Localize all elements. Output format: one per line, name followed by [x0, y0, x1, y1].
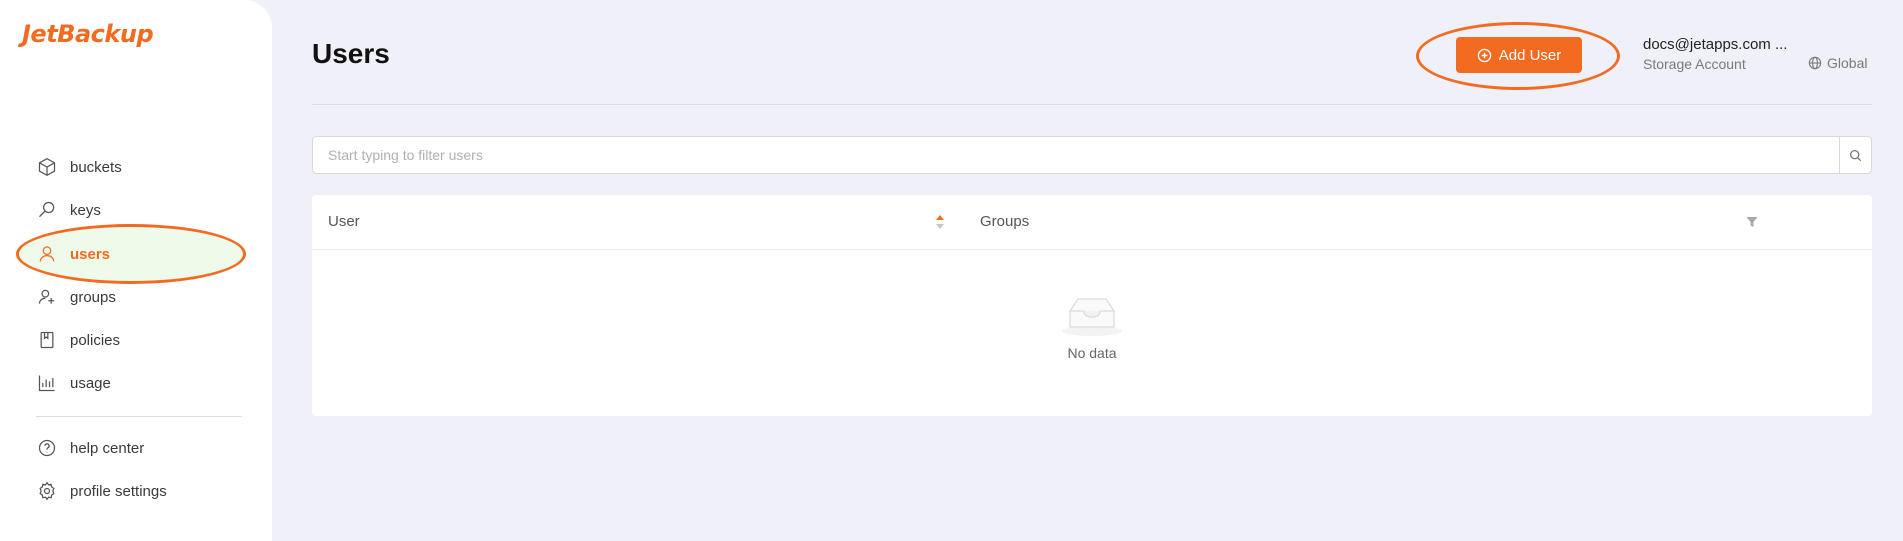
add-user-button[interactable]: Add User [1456, 37, 1582, 73]
sort-icon[interactable] [934, 212, 946, 232]
sidebar-item-profile-settings[interactable]: profile settings [36, 476, 167, 506]
region-selector[interactable]: Global [1808, 55, 1867, 71]
search-button[interactable] [1839, 137, 1871, 173]
sidebar-item-label: help center [70, 439, 145, 457]
sidebar-item-buckets[interactable]: buckets [36, 152, 122, 182]
account-email[interactable]: docs@jetapps.com ... [1643, 36, 1787, 53]
sidebar-item-label: groups [70, 288, 116, 306]
sidebar-item-usage[interactable]: usage [36, 368, 111, 398]
empty-state: No data [312, 295, 1872, 361]
sidebar-item-label: usage [70, 374, 111, 392]
search-bar [312, 136, 1872, 174]
account-type: Storage Account [1643, 56, 1746, 72]
book-icon [36, 329, 58, 351]
sidebar-item-label: buckets [70, 158, 122, 176]
sidebar-item-label: profile settings [70, 482, 167, 500]
sidebar: JetBackup buckets keys users groups poli… [0, 0, 272, 541]
jetbackup-logo[interactable]: JetBackup [22, 20, 154, 48]
column-header-user[interactable]: User [328, 213, 360, 230]
globe-icon [1808, 56, 1822, 70]
gear-icon [36, 480, 58, 502]
column-header-groups: Groups [980, 213, 1030, 230]
empty-state-text: No data [1067, 345, 1117, 361]
table-header: User Groups [312, 195, 1872, 250]
sidebar-item-keys[interactable]: keys [36, 195, 101, 225]
header-divider [312, 104, 1872, 105]
sidebar-item-policies[interactable]: policies [36, 325, 120, 355]
users-icon [36, 286, 58, 308]
sidebar-item-groups[interactable]: groups [36, 282, 116, 312]
plus-circle-icon [1477, 48, 1492, 62]
page-title: Users [312, 38, 390, 69]
box-icon [36, 156, 58, 178]
region-label: Global [1827, 55, 1868, 71]
key-icon [36, 199, 58, 221]
sidebar-item-label: policies [70, 331, 121, 349]
sidebar-item-label: keys [70, 201, 101, 219]
sidebar-item-users[interactable]: users [36, 239, 110, 269]
sidebar-item-help-center[interactable]: help center [36, 433, 144, 463]
empty-inbox-icon [1062, 298, 1122, 336]
add-user-label: Add User [1498, 46, 1562, 64]
bar-chart-icon [36, 372, 58, 394]
sidebar-item-label: users [70, 245, 111, 263]
filter-icon[interactable] [1746, 216, 1758, 228]
help-icon [36, 437, 58, 459]
users-table: User Groups No data [312, 195, 1872, 416]
user-icon [36, 243, 58, 265]
sidebar-divider [36, 416, 242, 417]
search-icon [1849, 149, 1862, 161]
search-input[interactable] [313, 137, 1839, 173]
